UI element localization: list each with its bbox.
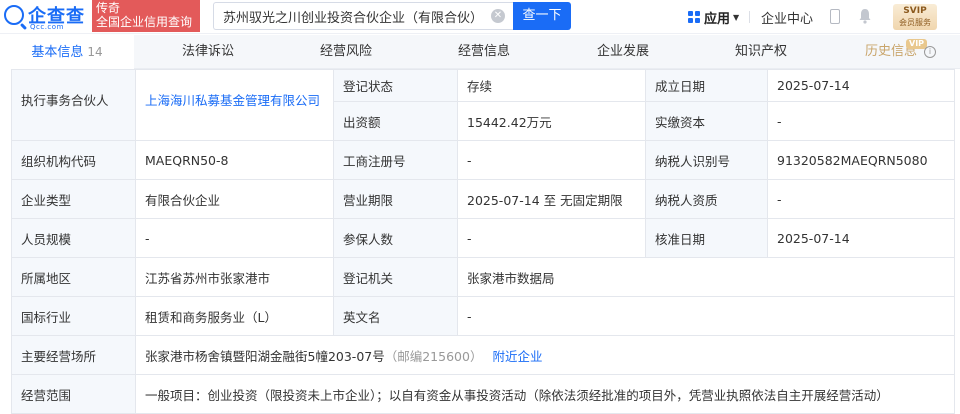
approve-value: 2025-07-14 bbox=[767, 218, 955, 258]
industry-label: 国标行业 bbox=[11, 296, 136, 336]
qcc-logo[interactable]: 企查查 Qcc.com bbox=[4, 3, 90, 31]
taxpayer-qual-value: - bbox=[767, 179, 955, 219]
partner-link[interactable]: 上海海川私募基金管理有限公司 bbox=[145, 90, 320, 109]
tab-ip[interactable]: 知识产权 bbox=[701, 35, 821, 69]
svip-sublabel: 会员服务 bbox=[899, 18, 931, 27]
app-menu[interactable]: 应用 ▼ bbox=[688, 8, 740, 27]
approve-label: 核准日期 bbox=[645, 218, 768, 258]
term-value: 2025-07-14 至 无固定期限 bbox=[457, 179, 646, 219]
tab-count: 14 bbox=[87, 45, 103, 59]
biz-reg-no-label: 工商注册号 bbox=[333, 140, 458, 180]
capital-label: 出资额 bbox=[333, 101, 458, 141]
top-header: 企查查 Qcc.com 传奇 全国企业信用查询 ✕ 查一下 应用 ▼ 企业中心 … bbox=[0, 0, 960, 34]
scope-value: 一般项目：创业投资（限投资未上市企业）；以自有资金从事投资活动（除依法须经批准的… bbox=[135, 374, 955, 414]
tab-bar: 基本信息 14 法律诉讼 经营风险 经营信息 企业发展 知识产权 历史信息 VIP bbox=[0, 35, 960, 69]
taxpayer-id-value: 91320582MAEQRN5080 bbox=[767, 140, 955, 180]
region-value: 江苏省苏州市张家港市 bbox=[135, 257, 334, 297]
promo-line1: 传奇 bbox=[96, 1, 121, 15]
app-menu-label: 应用 bbox=[704, 11, 731, 27]
phone-icon[interactable] bbox=[830, 9, 840, 24]
taxpayer-id-label: 纳税人识别号 bbox=[645, 140, 768, 180]
taxpayer-qual-label: 纳税人资质 bbox=[645, 179, 768, 219]
partner-label-cell: 执行事务合伙人 bbox=[11, 69, 136, 141]
partner-value-cell: 上海海川私募基金管理有限公司 bbox=[135, 69, 334, 141]
authority-value: 张家港市数据局 bbox=[457, 257, 955, 297]
term-label: 营业期限 bbox=[333, 179, 458, 219]
english-value: - bbox=[457, 296, 955, 336]
caret-down-icon: ▼ bbox=[733, 12, 740, 22]
search-button[interactable]: 查一下 bbox=[513, 2, 571, 30]
tab-vip-badge: VIP bbox=[906, 39, 928, 49]
svip-label: SVIP bbox=[903, 6, 927, 16]
reg-status-label: 登记状态 bbox=[333, 69, 458, 102]
postcode: （邮编215600） bbox=[384, 348, 483, 364]
address-value: 张家港市杨舍镇暨阳湖金融街5幢203-07号 bbox=[145, 348, 385, 364]
tab-operations[interactable]: 经营信息 bbox=[424, 35, 544, 69]
org-code-label: 组织机构代码 bbox=[11, 140, 136, 180]
insured-label: 参保人数 bbox=[333, 218, 458, 258]
org-code-value: MAEQRN50-8 bbox=[135, 140, 334, 180]
partner-label: 执行事务合伙人 bbox=[21, 93, 109, 108]
basic-info-table: 执行事务合伙人 上海海川私募基金管理有限公司 登记状态 存续 成立日期 2025… bbox=[11, 69, 955, 414]
info-icon[interactable]: i bbox=[924, 46, 936, 58]
search-input[interactable] bbox=[214, 3, 484, 29]
type-value: 有限合伙企业 bbox=[135, 179, 334, 219]
tab-risk[interactable]: 经营风险 bbox=[286, 35, 406, 69]
search-box: ✕ bbox=[213, 2, 513, 30]
paid-capital-value: - bbox=[767, 101, 955, 141]
paid-capital-label: 实缴资本 bbox=[645, 101, 768, 141]
svip-badge[interactable]: SVIP 会员服务 bbox=[893, 4, 937, 30]
staff-value: - bbox=[135, 218, 334, 258]
address-label: 主要经营场所 bbox=[11, 335, 136, 375]
reg-status-value: 存续 bbox=[457, 69, 646, 102]
header-divider bbox=[749, 11, 750, 23]
capital-value: 15442.42万元 bbox=[457, 101, 646, 141]
logo-magnifier-icon bbox=[4, 5, 24, 25]
est-date-label: 成立日期 bbox=[645, 69, 768, 102]
promo-line2: 全国企业信用查询 bbox=[96, 15, 193, 29]
tab-basic-info[interactable]: 基本信息 14 bbox=[0, 35, 134, 69]
region-label: 所属地区 bbox=[11, 257, 136, 297]
enterprise-center-link[interactable]: 企业中心 bbox=[761, 8, 813, 27]
est-date-value: 2025-07-14 bbox=[767, 69, 955, 102]
industry-value: 租赁和商务服务业（L） bbox=[135, 296, 334, 336]
english-label: 英文名 bbox=[333, 296, 458, 336]
clear-icon[interactable]: ✕ bbox=[491, 9, 505, 23]
promo-banner[interactable]: 传奇 全国企业信用查询 bbox=[92, 0, 200, 32]
biz-reg-no-value: - bbox=[457, 140, 646, 180]
authority-label: 登记机关 bbox=[333, 257, 458, 297]
bell-icon[interactable] bbox=[858, 8, 872, 24]
insured-value: - bbox=[457, 218, 646, 258]
nearby-companies-link[interactable]: 附近企业 bbox=[492, 349, 542, 364]
tab-legal[interactable]: 法律诉讼 bbox=[148, 35, 268, 69]
tab-label: 基本信息 bbox=[31, 45, 84, 60]
address-cell: 张家港市杨舍镇暨阳湖金融街5幢203-07号（邮编215600） 附近企业 bbox=[135, 335, 955, 375]
apps-grid-icon bbox=[688, 11, 700, 23]
logo-sub: Qcc.com bbox=[30, 23, 64, 31]
staff-label: 人员规模 bbox=[11, 218, 136, 258]
scope-label: 经营范围 bbox=[11, 374, 136, 414]
type-label: 企业类型 bbox=[11, 179, 136, 219]
tab-development[interactable]: 企业发展 bbox=[563, 35, 683, 69]
